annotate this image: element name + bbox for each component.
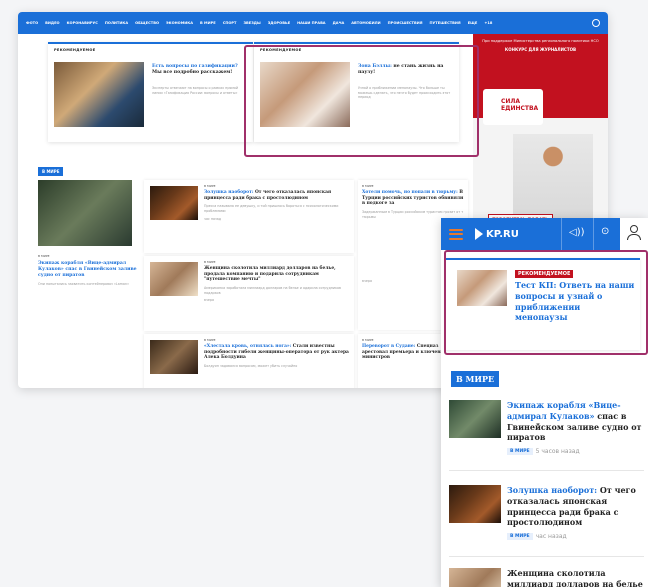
news-image bbox=[150, 340, 198, 374]
nav-item[interactable]: СПОРТ bbox=[223, 21, 237, 25]
news-title[interactable]: Экипаж корабля «Вице-адмирал Кулаков» сп… bbox=[38, 261, 142, 279]
news-image bbox=[150, 262, 198, 296]
nav-item[interactable]: АВТОМОБИЛИ bbox=[351, 21, 380, 25]
divider bbox=[449, 556, 644, 557]
divider bbox=[449, 470, 644, 471]
nav-item[interactable]: ПРОИСШЕСТВИЯ bbox=[388, 21, 423, 25]
news-tag: В МИРЕ bbox=[507, 448, 533, 456]
ad-banner[interactable]: При поддержке Министерства регионального… bbox=[473, 34, 608, 244]
news-title[interactable]: Женщина сколотила миллиард долларов на б… bbox=[204, 266, 350, 283]
news-item[interactable]: Экипаж корабля «Вице-адмирал Кулаков» сп… bbox=[449, 400, 644, 456]
nav-item[interactable]: ПУТЕШЕСТВИЯ bbox=[430, 21, 461, 25]
news-tag: В МИРЕ bbox=[507, 533, 533, 541]
news-time: вчера bbox=[204, 298, 215, 303]
location-icon[interactable]: ⊙ bbox=[601, 226, 609, 237]
highlight-frame bbox=[244, 45, 479, 157]
news-image bbox=[150, 186, 198, 220]
section-tag[interactable]: В МИРЕ bbox=[451, 371, 500, 387]
logo-icon bbox=[475, 228, 483, 240]
news-image bbox=[449, 485, 501, 523]
site-logo[interactable]: KP.RU bbox=[475, 228, 519, 240]
nav-item[interactable]: НАШИ ПРАВА bbox=[297, 21, 325, 25]
recommended-card[interactable]: РЕКОМЕНДУЕМОЕ Есть вопросы по газификаци… bbox=[48, 42, 253, 142]
nav-item[interactable]: ЗДОРОВЬЕ bbox=[268, 21, 290, 25]
news-item[interactable]: Золушка наоборот: От чего отказалась япо… bbox=[449, 485, 644, 541]
news-time: час назад bbox=[535, 533, 567, 541]
nav-item[interactable]: ЕЩЕ bbox=[468, 21, 478, 25]
news-tag: В МИРЕ bbox=[204, 338, 216, 342]
news-subtitle: Они попытались захватить контейнеровоз «… bbox=[38, 281, 130, 286]
ad-logo: СИЛА ЕДИНСТВА bbox=[483, 89, 543, 125]
news-tag: В МИРЕ bbox=[204, 260, 216, 264]
mobile-header: KP.RU ◁)) ⊙ bbox=[441, 218, 648, 250]
news-card[interactable]: В МИРЕ «Хлестала кровь, отнялась нога»: … bbox=[144, 334, 354, 388]
nav-item[interactable]: В МИРЕ bbox=[200, 21, 216, 25]
recommended-image bbox=[54, 62, 144, 127]
nav-item[interactable]: ОБЩЕСТВО bbox=[135, 21, 159, 25]
news-subtitle: Американка заработала миллиард долларов … bbox=[204, 286, 341, 295]
news-image bbox=[449, 400, 501, 438]
nav-item[interactable]: ПОЛИТИКА bbox=[105, 21, 128, 25]
news-tag: В МИРЕ bbox=[38, 254, 50, 258]
nav-item[interactable]: КОРОНАВИРУС bbox=[67, 21, 98, 25]
news-card-large[interactable]: В МИРЕ Экипаж корабля «Вице-адмирал Кула… bbox=[38, 180, 142, 370]
menu-icon[interactable] bbox=[449, 228, 463, 240]
news-card[interactable]: В МИРЕ Женщина сколотила миллиард доллар… bbox=[144, 256, 354, 331]
nav-item[interactable]: ЗВЕЗДЫ bbox=[243, 21, 260, 25]
nav-item[interactable]: ДАЧА bbox=[333, 21, 345, 25]
recommended-title[interactable]: Есть вопросы по газификации? Мы все подр… bbox=[152, 64, 247, 75]
news-subtitle: Пресса называла ее девушку, и той пришло… bbox=[204, 204, 339, 214]
section-tag[interactable]: В МИРЕ bbox=[38, 167, 64, 176]
news-item[interactable]: Женщина сколотила миллиард долларов на б… bbox=[449, 568, 644, 587]
recommended-subtitle: Эксперты отвечают на вопросы о рамках пр… bbox=[152, 86, 239, 95]
news-image bbox=[449, 568, 501, 587]
news-tag: В МИРЕ bbox=[204, 184, 216, 188]
ad-contest-text: КОНКУРС ДЛЯ ЖУРНАЛИСТОВ bbox=[504, 46, 577, 52]
search-icon[interactable] bbox=[592, 19, 600, 27]
highlight-frame bbox=[444, 250, 648, 355]
news-subtitle: Болдуин задавался вопросом, может убить … bbox=[204, 364, 298, 369]
user-icon[interactable] bbox=[620, 218, 648, 250]
nav-item[interactable]: ВИДЕО bbox=[45, 21, 59, 25]
news-card[interactable]: В МИРЕ Золушка наоборот: От чего отказал… bbox=[144, 180, 354, 253]
recommended-tag: РЕКОМЕНДУЕМОЕ bbox=[54, 48, 96, 52]
audio-icon[interactable]: ◁)) bbox=[569, 227, 585, 238]
news-title[interactable]: «Хлестала кровь, отнялась нога»: Стали и… bbox=[204, 344, 350, 361]
news-title[interactable]: Золушка наоборот: От чего отказалась япо… bbox=[507, 485, 644, 528]
age-badge: +18 bbox=[484, 21, 493, 25]
top-navigation: ФОТО ВИДЕО КОРОНАВИРУС ПОЛИТИКА ОБЩЕСТВО… bbox=[18, 12, 608, 34]
news-image bbox=[38, 180, 132, 246]
news-title[interactable]: Золушка наоборот: От чего отказалась япо… bbox=[204, 190, 350, 201]
news-time: час назад bbox=[204, 216, 222, 221]
ad-sponsor-text: При поддержке Министерства регионального… bbox=[482, 39, 599, 43]
news-title[interactable]: Женщина сколотила миллиард долларов на б… bbox=[507, 568, 644, 587]
news-tag: В МИРЕ bbox=[362, 184, 374, 188]
news-title[interactable]: Экипаж корабля «Вице-адмирал Кулаков» сп… bbox=[507, 400, 644, 443]
news-title[interactable]: Хотели помочь, но попали в тюрьму: В Тур… bbox=[362, 190, 464, 207]
ad-person-image bbox=[513, 134, 593, 224]
nav-item[interactable]: ФОТО bbox=[26, 21, 38, 25]
news-time: 5 часов назад bbox=[535, 448, 580, 456]
nav-item[interactable]: ЭКОНОМИКА bbox=[166, 21, 193, 25]
